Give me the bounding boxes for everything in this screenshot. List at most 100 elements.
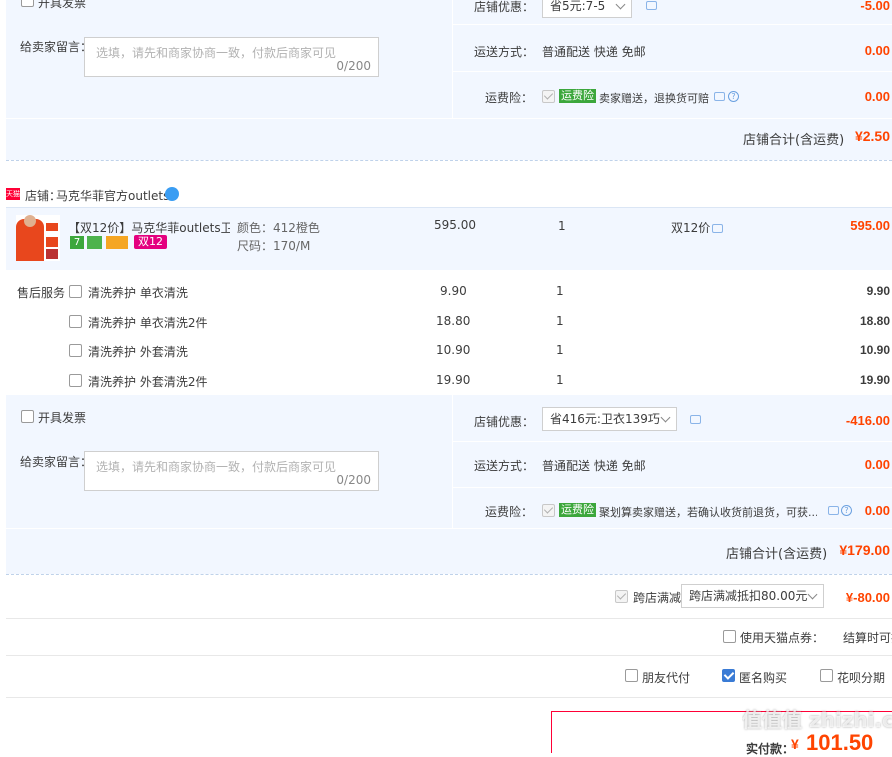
cross-store-amount: ¥-80.00: [845, 590, 890, 605]
message-icon[interactable]: [646, 1, 657, 10]
store2-message-label: 给卖家留言：: [20, 455, 93, 469]
service-name: 清洗养护 单衣清洗2件: [88, 316, 208, 330]
store1-shipping-label: 运送方式：: [474, 45, 535, 59]
after-sales-label: 售后服务: [17, 286, 66, 300]
store2-shop-discount-amount: -416.00: [845, 413, 890, 428]
friend-pay-checkbox[interactable]: [625, 669, 638, 682]
watermark: 值值值 zhizhi.com: [742, 708, 892, 732]
service-subtotal: 10.90: [859, 343, 890, 357]
store2-message-placeholder: 选填，请先和商家协商一致，付款后商家可见: [96, 460, 337, 474]
store1-shipping-value: 普通配送 快递 免邮: [542, 45, 646, 59]
store2-shipping-label: 运送方式：: [474, 459, 535, 473]
service-qty: 1: [556, 343, 564, 357]
store2-insurance-label: 运费险：: [485, 505, 534, 519]
store1-insurance-label: 运费险：: [485, 91, 534, 105]
service-qty: 1: [556, 373, 564, 387]
tmall-points-settle-text: 结算时可抵扣: [843, 631, 892, 645]
store1-shop-discount-amount: -5.00: [860, 0, 890, 13]
store1-message-input[interactable]: 选填，请先和商家协商一致，付款后商家可见 0/200: [84, 37, 379, 77]
chevron-down-icon: [660, 412, 671, 423]
cross-store-checkbox: [615, 590, 628, 603]
message-icon[interactable]: [712, 224, 723, 233]
store2-shop-discount-label: 店铺优惠：: [474, 415, 535, 429]
anonymous-label: 匿名购买: [739, 671, 788, 685]
store2-invoice-checkbox[interactable]: [21, 410, 34, 423]
store2-insurance-checkbox: [542, 504, 555, 517]
store1-total-value: ¥2.50: [854, 128, 890, 144]
product-size: 尺码：170/M: [237, 239, 311, 253]
badge-guarantee-icon: [87, 236, 102, 249]
service-price: 19.90: [436, 373, 471, 387]
service-subtotal: 19.90: [859, 373, 890, 387]
store1-shipping-amount: 0.00: [864, 43, 890, 58]
anonymous-checkbox[interactable]: [722, 669, 735, 682]
cross-store-label: 跨店满减: [633, 591, 682, 605]
friend-pay-label: 朋友代付: [642, 671, 691, 685]
actual-payment-label: 实付款：: [746, 742, 795, 756]
store1-insurance-badge: 运费险: [559, 89, 596, 103]
service-price: 18.80: [436, 314, 471, 328]
service-price: 10.90: [436, 343, 471, 357]
message-icon[interactable]: [828, 506, 839, 515]
service-name: 清洗养护 外套清洗2件: [88, 375, 208, 389]
store2-total-value: ¥179.00: [839, 542, 890, 558]
product-thumbnail[interactable]: [16, 215, 60, 261]
tmall-points-checkbox[interactable]: [723, 630, 736, 643]
tmall-points-label: 使用天猫点券：: [740, 631, 825, 645]
store2-invoice-label: 开具发票: [38, 411, 87, 425]
split-pay-label: 花呗分期: [837, 671, 886, 685]
service-qty: 1: [556, 314, 564, 328]
product-price: 595.00: [434, 218, 476, 232]
split-pay-checkbox[interactable]: [820, 669, 833, 682]
store2-insurance-text: 聚划算卖家赠送，若确认收货前退货，可获...: [599, 506, 817, 519]
badge-card-icon: [106, 236, 128, 249]
store2-shipping-value: 普通配送 快递 免邮: [542, 459, 646, 473]
badge-double12: 双12: [134, 235, 167, 249]
store1-invoice-label: 开具发票: [38, 0, 87, 10]
wangwang-chat-icon[interactable]: [165, 187, 179, 201]
store2-message-input[interactable]: 选填，请先和商家协商一致，付款后商家可见 0/200: [84, 451, 379, 491]
product-title[interactable]: 【双12价】马克华菲outlets卫...: [68, 219, 230, 236]
service-price: 9.90: [440, 284, 467, 298]
store2-insurance-amount: 0.00: [864, 503, 890, 518]
product-promo: 双12价: [671, 221, 711, 235]
store1-shop-discount-label: 店铺优惠：: [474, 0, 535, 14]
cross-store-select-value: 跨店满减抵扣80.00元: [689, 589, 808, 603]
help-icon[interactable]: ?: [841, 505, 852, 516]
store1-shop-discount-select[interactable]: 省5元:7-5: [542, 0, 632, 18]
store1-insurance-checkbox: [542, 90, 555, 103]
help-icon[interactable]: ?: [728, 91, 739, 102]
service-checkbox[interactable]: [69, 344, 82, 357]
service-checkbox[interactable]: [69, 285, 82, 298]
store2-shop-name[interactable]: 马克华菲官方outlets: [56, 187, 169, 204]
actual-payment-value: 101.50: [806, 730, 874, 755]
store1-message-label: 给卖家留言：: [20, 40, 93, 54]
service-checkbox[interactable]: [69, 374, 82, 387]
product-color: 颜色：412橙色: [237, 221, 320, 235]
message-icon[interactable]: [714, 92, 725, 101]
store2-shop-discount-value: 省416元:卫衣139巧: [550, 412, 660, 426]
tmall-shop-icon: 天猫: [6, 188, 20, 200]
store1-message-count: 0/200: [336, 59, 371, 73]
store2-shop-discount-select[interactable]: 省416元:卫衣139巧: [542, 407, 677, 431]
store2-message-count: 0/200: [336, 473, 371, 487]
store1-invoice-checkbox[interactable]: [21, 0, 34, 7]
store2-total-label: 店铺合计(含运费): [726, 547, 828, 562]
actual-payment-currency: ¥: [791, 736, 799, 752]
store1-message-placeholder: 选填，请先和商家协商一致，付款后商家可见: [96, 46, 337, 60]
service-checkbox[interactable]: [69, 315, 82, 328]
cross-store-select[interactable]: 跨店满减抵扣80.00元: [681, 584, 824, 608]
chevron-down-icon: [807, 589, 818, 600]
product-subtotal: 595.00: [850, 218, 890, 233]
store1-total-label: 店铺合计(含运费): [743, 133, 845, 148]
service-name: 清洗养护 单衣清洗: [88, 286, 188, 300]
service-qty: 1: [556, 284, 564, 298]
service-subtotal: 9.90: [866, 284, 890, 298]
store1-insurance-text: 卖家赠送，退换货可赔: [599, 92, 709, 105]
service-subtotal: 18.80: [859, 314, 890, 328]
store2-shipping-amount: 0.00: [864, 457, 890, 472]
message-icon[interactable]: [690, 415, 701, 424]
product-qty: 1: [558, 219, 566, 233]
chevron-down-icon: [615, 0, 626, 10]
store1-insurance-amount: 0.00: [864, 89, 890, 104]
